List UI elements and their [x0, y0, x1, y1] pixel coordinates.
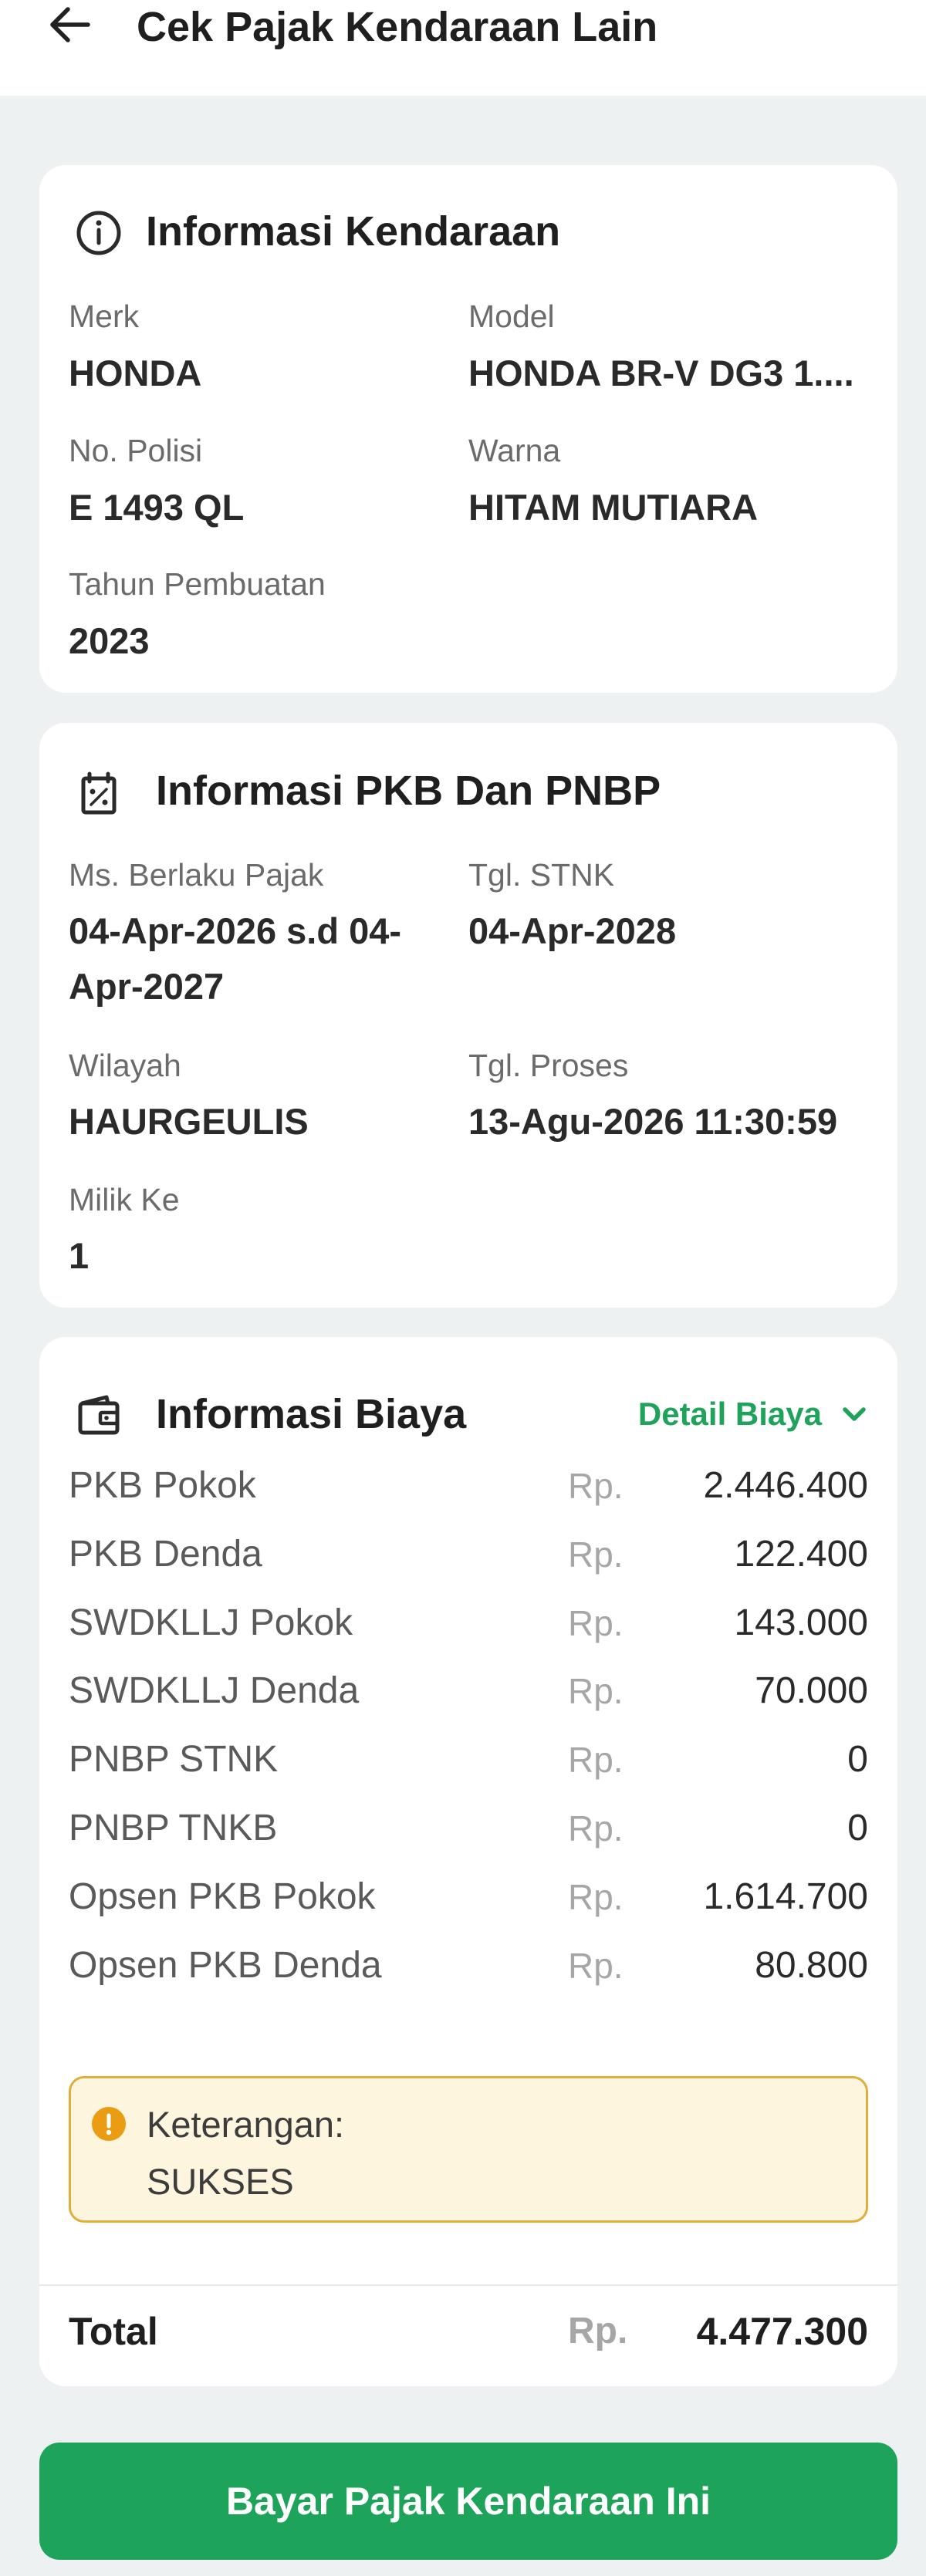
- info-filled-icon: [92, 2107, 126, 2141]
- cost-currency: Rp.: [568, 1945, 624, 1986]
- field-value-tgl-proses: 13-Agu-2026 11:30:59: [468, 1101, 838, 1142]
- detail-biaya-toggle[interactable]: Detail Biaya: [638, 1391, 870, 1437]
- field-label-tgl-stnk: Tgl. STNK: [468, 857, 615, 893]
- arrow-left-icon[interactable]: [45, 0, 94, 49]
- cost-currency: Rp.: [568, 1808, 624, 1848]
- note-box: Keterangan: SUKSES: [69, 2076, 868, 2223]
- cost-value: 0: [847, 1808, 868, 1848]
- field-value-no-polisi: E 1493 QL: [69, 487, 245, 528]
- app-header: Cek Pajak Kendaraan Lain: [0, 0, 926, 96]
- cost-value: 1.614.700: [703, 1875, 868, 1917]
- field-value-merk: HONDA: [69, 353, 202, 393]
- total-value: 4.477.300: [696, 2310, 868, 2353]
- cost-row: PKB Pokok Rp. 2.446.400: [39, 1452, 897, 1520]
- field-value-tgl-stnk: 04-Apr-2028: [468, 910, 677, 951]
- total-row: Total Rp. 4.477.300: [39, 2294, 897, 2369]
- cost-currency: Rp.: [568, 1740, 624, 1781]
- field-label-ms-berlaku: Ms. Berlaku Pajak: [69, 857, 324, 893]
- pkb-info-card: Informasi PKB Dan PNBP Ms. Berlaku Pajak…: [39, 723, 897, 1308]
- cost-currency: Rp.: [568, 1602, 624, 1643]
- cost-label: SWDKLLJ Pokok: [69, 1602, 353, 1643]
- cost-info-title: Informasi Biaya: [156, 1391, 467, 1437]
- detail-biaya-label: Detail Biaya: [637, 1396, 822, 1432]
- field-label-tgl-proses: Tgl. Proses: [468, 1048, 629, 1083]
- field-value-milik-ke: 1: [69, 1235, 90, 1276]
- vehicle-info-card: Informasi Kendaraan Merk HONDA Model HON…: [39, 165, 897, 693]
- cost-currency: Rp.: [568, 1466, 624, 1506]
- divider: [39, 2284, 897, 2286]
- field-label-model: Model: [468, 299, 555, 334]
- cost-row: SWDKLLJ Denda Rp. 70.000: [39, 1657, 897, 1725]
- cost-value: 70.000: [755, 1670, 868, 1712]
- vehicle-info-title: Informasi Kendaraan: [146, 208, 561, 255]
- field-value-ms-berlaku: 04-Apr-2026 s.d 04-Apr-2027: [69, 910, 402, 1007]
- cost-value: 0: [847, 1739, 868, 1781]
- cost-row: PNBP STNK Rp. 0: [39, 1726, 897, 1794]
- cost-label: Opsen PKB Pokok: [69, 1875, 376, 1917]
- field-value-warna: HITAM MUTIARA: [468, 487, 759, 528]
- cost-label: PNBP STNK: [69, 1739, 279, 1781]
- field-value-wilayah: HAURGEULIS: [69, 1101, 309, 1142]
- pkb-info-title: Informasi PKB Dan PNBP: [156, 768, 661, 814]
- chevron-down-icon: [843, 1407, 866, 1421]
- cost-label: PKB Pokok: [69, 1465, 256, 1506]
- pay-tax-button[interactable]: Bayar Pajak Kendaraan Ini: [39, 2443, 897, 2560]
- cost-row: Opsen PKB Pokok Rp. 1.614.700: [39, 1863, 897, 1931]
- field-value-model: HONDA BR-V DG3 1....: [468, 353, 854, 393]
- field-label-merk: Merk: [69, 299, 140, 334]
- cost-label: Opsen PKB Denda: [69, 1944, 382, 1986]
- cost-info-card: Informasi Biaya Detail Biaya PKB Pokok Rp…: [39, 1337, 897, 2386]
- cost-currency: Rp.: [568, 1534, 624, 1575]
- cost-value: 80.800: [755, 1944, 868, 1986]
- note-status: SUKSES: [147, 2161, 294, 2202]
- page-title: Cek Pajak Kendaraan Lain: [137, 4, 658, 50]
- field-label-tahun: Tahun Pembuatan: [69, 566, 326, 602]
- cost-currency: Rp.: [568, 1876, 624, 1917]
- cost-value: 122.400: [734, 1533, 868, 1575]
- note-title: Keterangan:: [147, 2104, 345, 2145]
- field-label-no-polisi: No. Polisi: [69, 433, 203, 468]
- wallet-icon: [78, 1395, 120, 1435]
- field-label-milik-ke: Milik Ke: [69, 1182, 180, 1217]
- field-label-wilayah: Wilayah: [69, 1048, 181, 1083]
- cost-value: 2.446.400: [703, 1465, 868, 1506]
- total-label: Total: [69, 2310, 158, 2353]
- field-label-warna: Warna: [468, 433, 561, 468]
- cost-row: PNBP TNKB Rp. 0: [39, 1794, 897, 1862]
- cost-row: PKB Denda Rp. 122.400: [39, 1521, 897, 1588]
- cost-label: PNBP TNKB: [69, 1808, 278, 1848]
- cost-label: SWDKLLJ Denda: [69, 1670, 360, 1712]
- cost-currency: Rp.: [568, 1671, 624, 1712]
- cost-row: Opsen PKB Denda Rp. 80.800: [39, 1932, 897, 2000]
- cost-row: SWDKLLJ Pokok Rp. 143.000: [39, 1589, 897, 1657]
- cost-label: PKB Denda: [69, 1533, 262, 1575]
- info-circle-icon: [76, 211, 121, 255]
- cost-value: 143.000: [734, 1602, 868, 1643]
- calendar-percent-icon: [81, 771, 117, 815]
- total-currency: Rp.: [568, 2311, 628, 2351]
- field-value-tahun: 2023: [69, 620, 150, 661]
